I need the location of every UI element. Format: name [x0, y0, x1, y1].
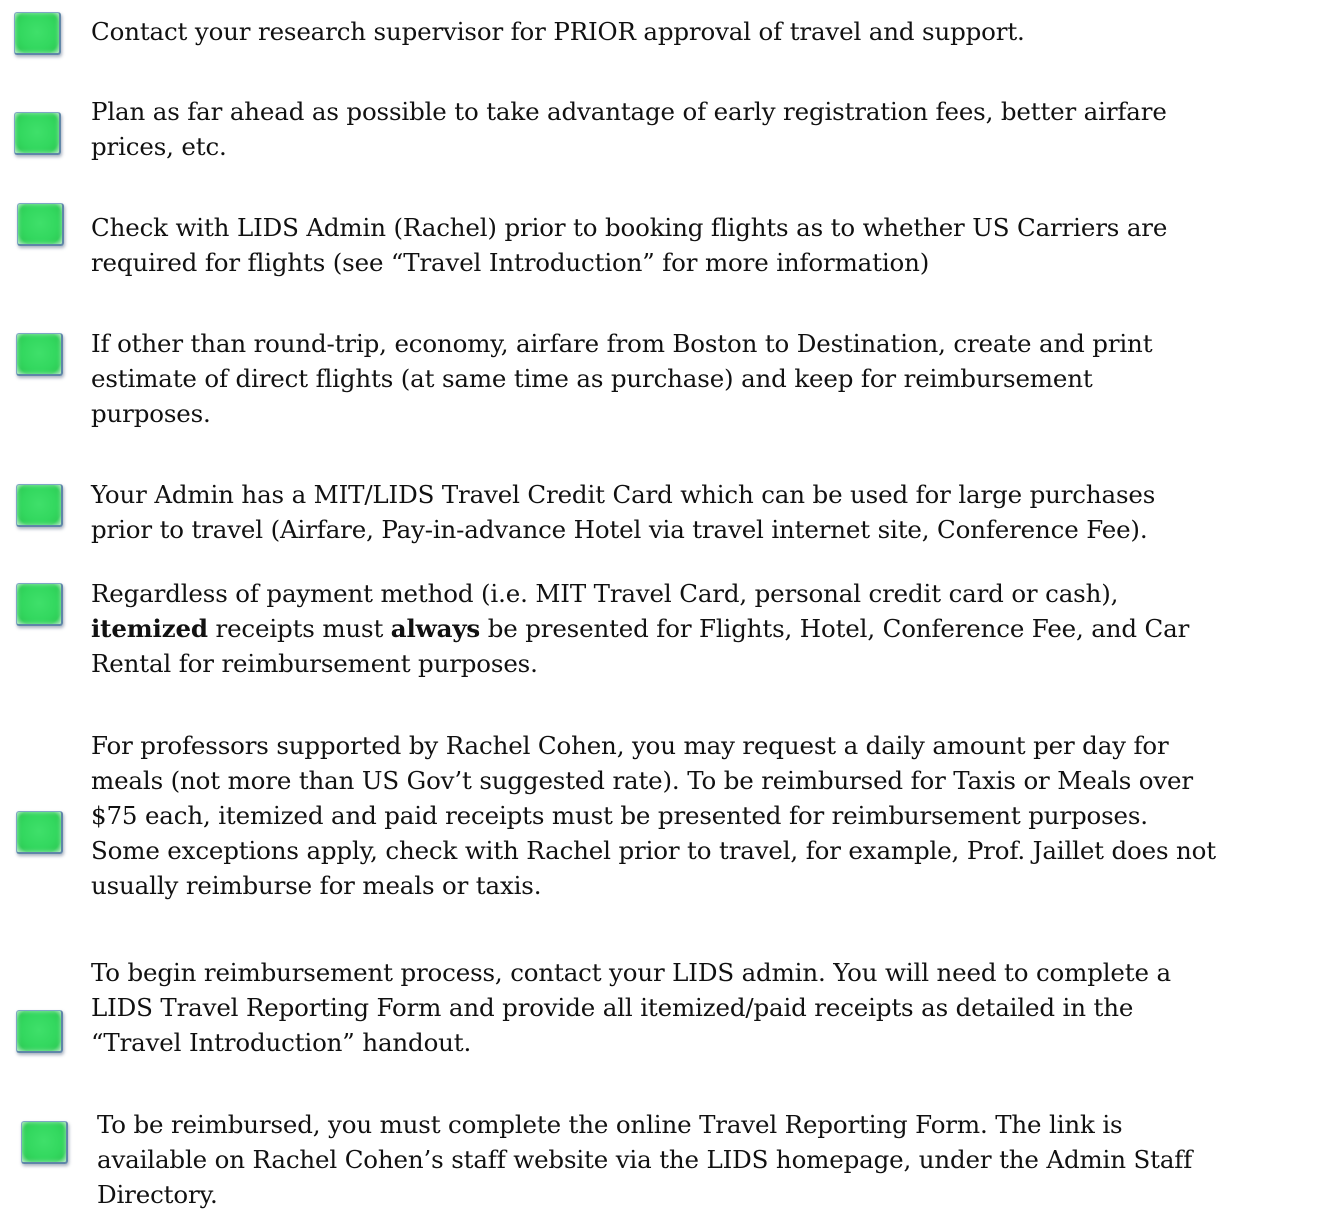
- text-line: purposes.: [91, 399, 211, 428]
- text-line: Plan as far ahead as possible to take ad…: [91, 97, 1167, 126]
- checklist-item-text: If other than round-trip, economy, airfa…: [91, 326, 1331, 431]
- checklist-item-text: Contact your research supervisor for PRI…: [91, 14, 1331, 49]
- text-line: Your Admin has a MIT/LIDS Travel Credit …: [91, 480, 1156, 509]
- checkbox-icon[interactable]: [17, 203, 64, 246]
- checklist-item-text: For professors supported by Rachel Cohen…: [91, 728, 1331, 903]
- checkbox-icon[interactable]: [14, 12, 61, 55]
- checklist-item-text: To begin reimbursement process, contact …: [91, 955, 1331, 1060]
- text-line: estimate of direct flights (at same time…: [91, 364, 1093, 393]
- checklist-item-text: Check with LIDS Admin (Rachel) prior to …: [91, 210, 1331, 280]
- text-line: itemized receipts must always be present…: [91, 611, 1331, 646]
- text-line: To begin reimbursement process, contact …: [91, 958, 1171, 987]
- text-line: Check with LIDS Admin (Rachel) prior to …: [91, 213, 1168, 242]
- text-line: Some exceptions apply, check with Rachel…: [91, 836, 1216, 865]
- text-segment: receipts must: [207, 614, 391, 643]
- text-line: usually reimburse for meals or taxis.: [91, 871, 542, 900]
- text-segment: be presented for Flights, Hotel, Confere…: [480, 614, 1190, 643]
- text-line: Directory.: [97, 1180, 218, 1209]
- checkbox-icon[interactable]: [16, 583, 63, 626]
- checklist-item-text: Your Admin has a MIT/LIDS Travel Credit …: [91, 477, 1331, 547]
- emphasis-itemized: itemized: [91, 614, 208, 643]
- text-line: LIDS Travel Reporting Form and provide a…: [91, 993, 1134, 1022]
- text-line: prices, etc.: [91, 132, 227, 161]
- checklist-item-text: Regardless of payment method (i.e. MIT T…: [91, 576, 1331, 681]
- text-line: Contact your research supervisor for PRI…: [91, 17, 1025, 46]
- text-line: “Travel Introduction” handout.: [91, 1028, 472, 1057]
- emphasis-always: always: [390, 614, 481, 643]
- text-line: available on Rachel Cohen’s staff websit…: [97, 1145, 1193, 1174]
- checkbox-icon[interactable]: [16, 484, 63, 527]
- text-line: meals (not more than US Gov’t suggested …: [91, 766, 1193, 795]
- text-line: For professors supported by Rachel Cohen…: [91, 731, 1169, 760]
- text-line: $75 each, itemized and paid receipts mus…: [91, 801, 1148, 830]
- text-line: required for flights (see “Travel Introd…: [91, 248, 930, 277]
- travel-checklist-page: Contact your research supervisor for PRI…: [0, 0, 1333, 1222]
- text-line: prior to travel (Airfare, Pay-in-advance…: [91, 515, 1148, 544]
- checklist-item-text: To be reimbursed, you must complete the …: [97, 1107, 1333, 1212]
- text-line: Regardless of payment method (i.e. MIT T…: [91, 579, 1119, 608]
- checkbox-icon[interactable]: [16, 811, 63, 854]
- text-line: If other than round-trip, economy, airfa…: [91, 329, 1153, 358]
- checklist-item-text: Plan as far ahead as possible to take ad…: [91, 94, 1331, 164]
- checkbox-icon[interactable]: [21, 1121, 68, 1164]
- text-line: Rental for reimbursement purposes.: [91, 649, 538, 678]
- checkbox-icon[interactable]: [14, 112, 61, 155]
- checkbox-icon[interactable]: [16, 1010, 63, 1053]
- text-line: To be reimbursed, you must complete the …: [97, 1110, 1123, 1139]
- checkbox-icon[interactable]: [16, 333, 63, 376]
